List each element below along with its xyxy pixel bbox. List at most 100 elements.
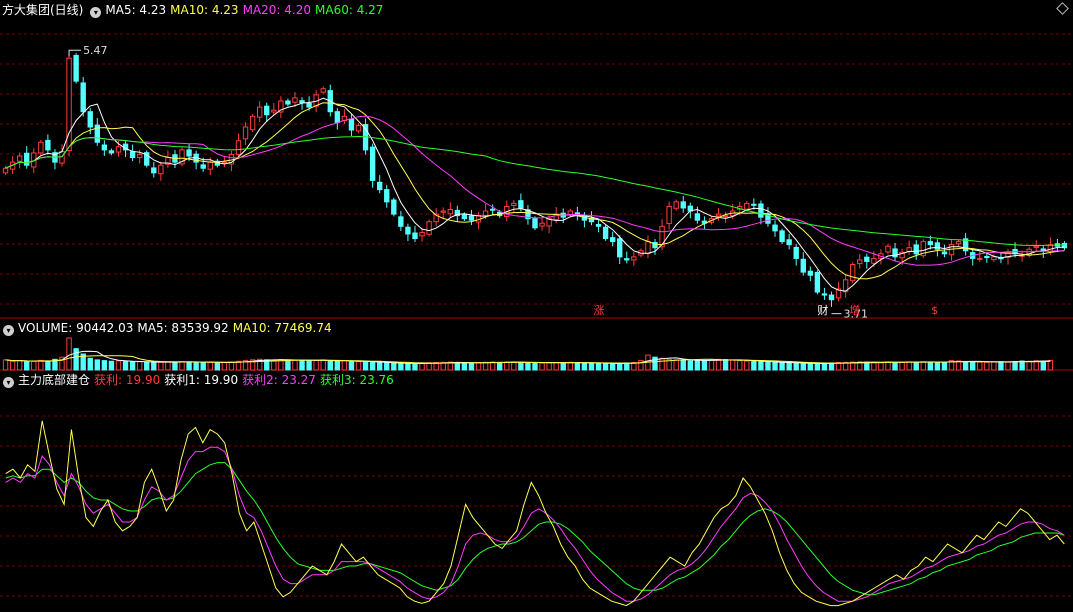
- candlesticks: [2, 53, 1068, 307]
- volume-bar: [758, 361, 764, 371]
- chart-annotations: 5.473.71涨财增 $: [68, 44, 938, 321]
- candle-body: [934, 242, 941, 250]
- volume-bar: [214, 362, 221, 371]
- candle-body: [348, 118, 355, 131]
- candle-body: [207, 161, 213, 170]
- volume-bar: [73, 348, 79, 371]
- volume-bar: [320, 359, 326, 371]
- chevron-down-icon[interactable]: ▾: [3, 377, 14, 388]
- candle-body: [906, 247, 912, 252]
- indicator-line-1: [5, 420, 1065, 607]
- volume-bar: [419, 362, 425, 371]
- candle-body: [955, 241, 962, 245]
- candle-body: [864, 256, 870, 262]
- volume-bar: [708, 359, 715, 371]
- candle-body: [715, 213, 722, 217]
- candle-body: [355, 124, 362, 132]
- chevron-down-icon[interactable]: ▾: [3, 325, 14, 336]
- volume-bar: [941, 362, 948, 371]
- volume-bar: [179, 360, 185, 371]
- volume-bar: [172, 361, 178, 371]
- volume-bars: [2, 337, 1054, 371]
- volume-bar: [158, 361, 164, 371]
- indicator-header: ▾ 主力底部建仓 获利: 19.90 获利1: 19.90 获利2: 23.27 获利3:…: [0, 371, 398, 389]
- volume-bar: [1033, 360, 1039, 371]
- event-marker: $: [931, 304, 938, 317]
- ma20-label: MA20: 4.20: [242, 3, 311, 17]
- indicator-l3: 获利3: 23.76: [319, 373, 394, 387]
- volume-bar: [482, 361, 489, 371]
- candle-body: [391, 199, 397, 215]
- volume-bar: [800, 362, 806, 371]
- volume-bar: [313, 359, 319, 371]
- volume-bar: [821, 362, 828, 371]
- candle-body: [977, 257, 983, 260]
- candle-body: [299, 100, 305, 104]
- volume-bar: [271, 359, 277, 371]
- volume-bar: [546, 362, 552, 371]
- volume-bar: [207, 361, 213, 371]
- candle-body: [221, 161, 228, 164]
- candle-body: [306, 102, 312, 108]
- candle-body: [292, 97, 298, 103]
- indicator-l1: 获利1: 19.90: [164, 373, 239, 387]
- candle-body: [800, 258, 806, 273]
- volume-bar: [475, 362, 482, 371]
- volume-bar: [384, 362, 390, 371]
- volume-bar: [828, 362, 835, 371]
- volume-bar: [525, 362, 531, 371]
- volume-bar: [539, 362, 545, 371]
- stock-chart[interactable]: 5.473.71涨财增 $: [0, 0, 1073, 612]
- volume-bar: [786, 362, 792, 371]
- volume-bar: [567, 361, 573, 371]
- candle-body: [87, 111, 93, 128]
- volume-bar: [871, 361, 877, 371]
- volume-bar: [920, 361, 926, 371]
- chevron-down-icon[interactable]: ▾: [90, 7, 102, 18]
- ma10-label: MA10: 4.23: [170, 3, 239, 17]
- volume-bar: [193, 361, 199, 371]
- volume-bar: [497, 361, 503, 371]
- volume-bar: [906, 361, 912, 371]
- event-marker: 财: [817, 303, 828, 317]
- candle-body: [645, 241, 651, 255]
- volume-bar: [348, 361, 355, 371]
- candle-body: [511, 202, 517, 207]
- candle-body: [609, 237, 616, 243]
- volume-bar: [285, 359, 291, 371]
- volume-bar: [588, 362, 595, 371]
- candle-body: [249, 115, 256, 131]
- candle-body: [624, 258, 630, 261]
- volume-bar: [306, 360, 312, 371]
- candle-body: [617, 238, 623, 258]
- indicator-l2: 获利2: 23.27: [242, 373, 316, 387]
- ma5-line: [5, 97, 1065, 292]
- event-marker: 涨: [593, 304, 604, 317]
- volume-bar: [1040, 360, 1046, 371]
- volume-bar: [574, 362, 581, 371]
- candle-body: [200, 164, 206, 169]
- volume-bar: [814, 363, 821, 371]
- ma60-label: MA60: 4.27: [315, 3, 384, 17]
- candle-body: [242, 126, 249, 140]
- event-marker: 增: [849, 303, 860, 317]
- volume-bar: [2, 359, 9, 371]
- volume-bar: [934, 361, 941, 371]
- candle-body: [447, 208, 453, 215]
- candle-body: [334, 111, 341, 123]
- volume-bar: [9, 360, 16, 371]
- volume-bar: [45, 360, 51, 371]
- volume-bar: [617, 362, 623, 371]
- candle-body: [101, 144, 108, 151]
- volume-bar: [405, 363, 411, 371]
- price-grid: [0, 33, 1073, 597]
- candle-body: [779, 230, 785, 243]
- volume-bar: [341, 360, 348, 371]
- volume-bar: [129, 361, 136, 371]
- candle-body: [369, 146, 376, 181]
- candle-body: [871, 257, 877, 264]
- volume-bar: [765, 361, 771, 371]
- volume-bar: [560, 362, 566, 371]
- ma5-label: MA5: 4.23: [105, 3, 167, 17]
- volume-bar: [398, 362, 404, 371]
